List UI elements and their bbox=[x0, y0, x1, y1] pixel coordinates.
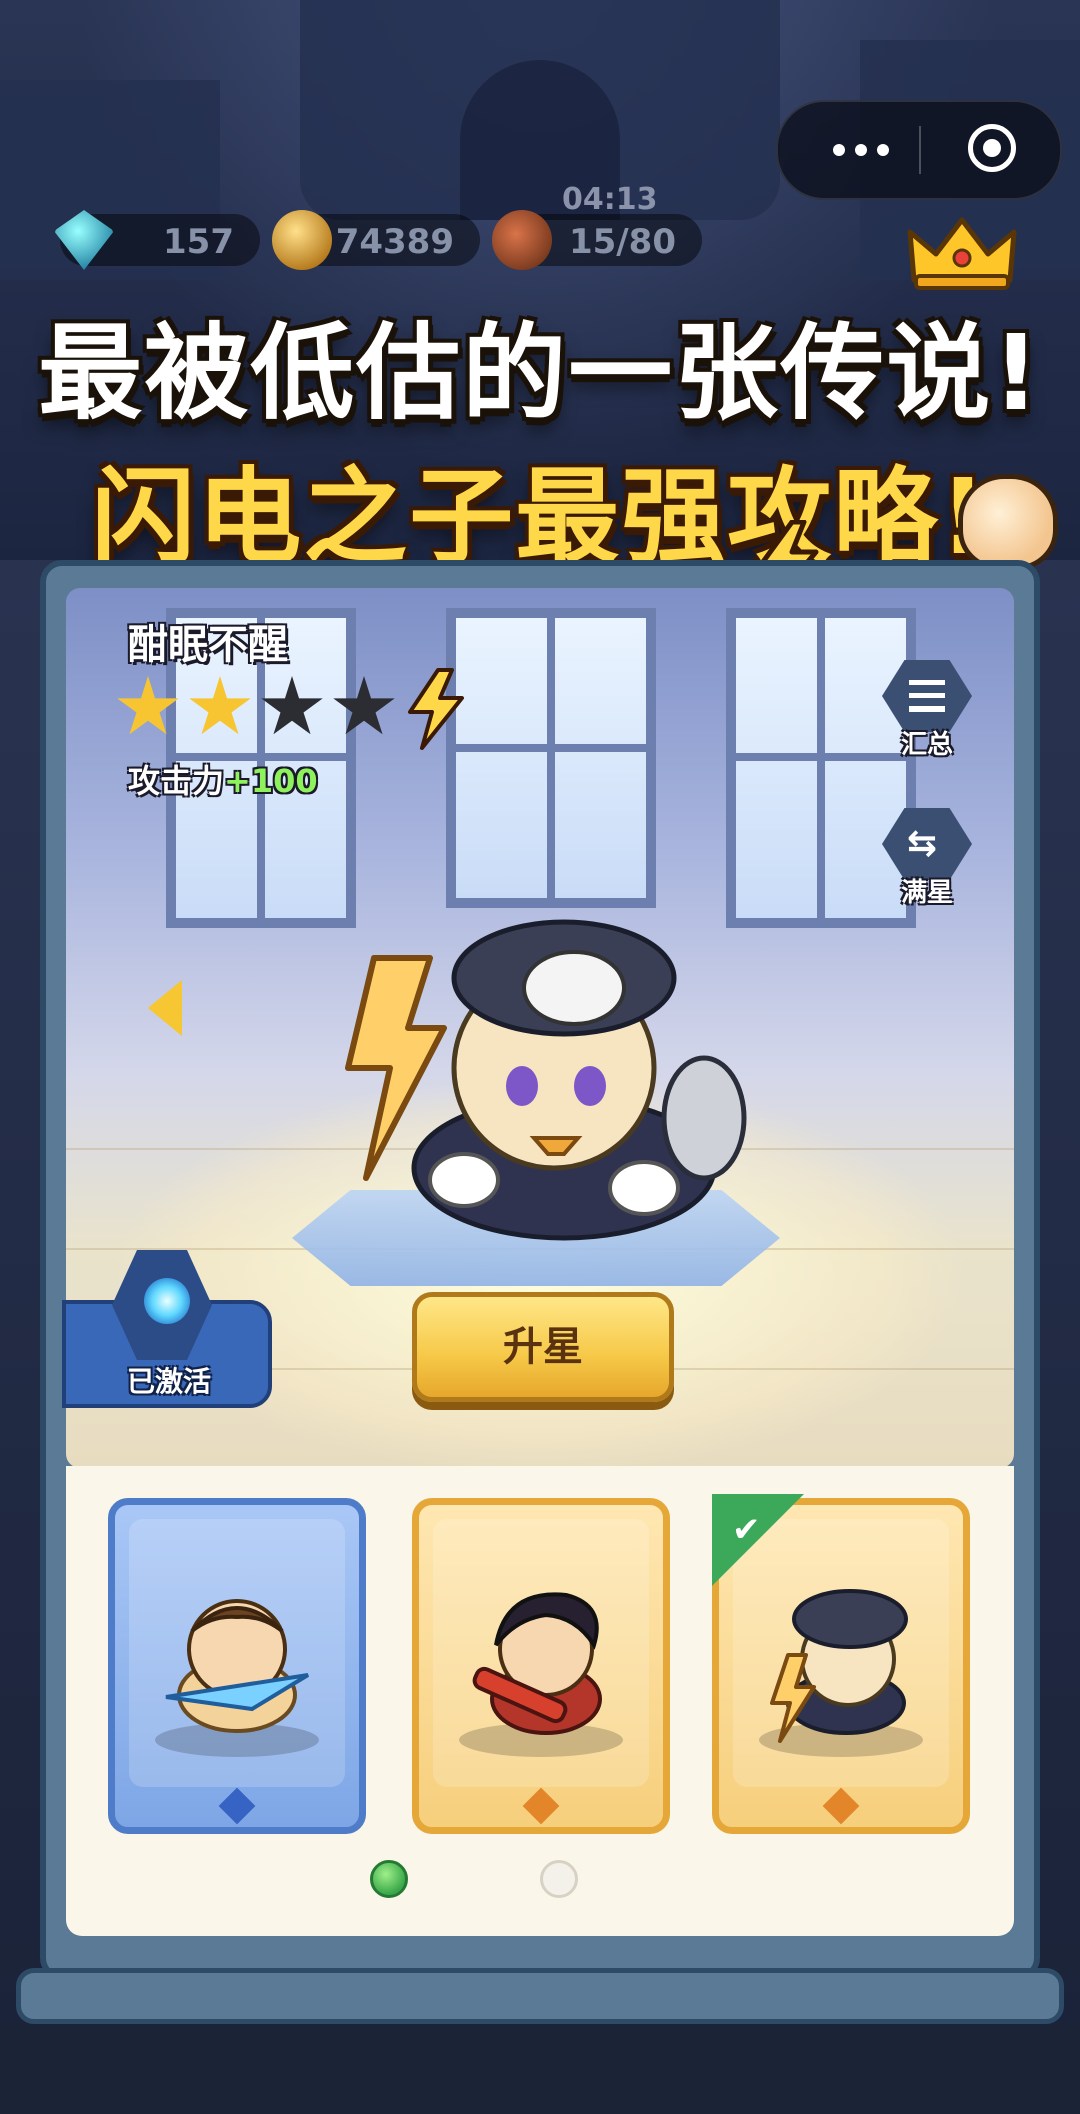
coin-counter: 74389 bbox=[272, 210, 480, 270]
stage-window-center bbox=[446, 608, 656, 908]
swap-arrows-icon: ⇆ bbox=[907, 823, 938, 864]
upgrade-star-button[interactable]: 升星 bbox=[412, 1292, 674, 1402]
rarity-gem-icon bbox=[822, 1787, 860, 1825]
hero-portrait-sleepy bbox=[770, 1589, 908, 1743]
coin-count: 74389 bbox=[335, 222, 454, 262]
summary-hex bbox=[882, 660, 972, 732]
rarity-gem-icon bbox=[218, 1787, 256, 1825]
target-icon[interactable] bbox=[968, 124, 1016, 172]
star-empty-icon bbox=[261, 676, 323, 735]
headline-line-1: 最被低估的一张传说! bbox=[38, 312, 1042, 434]
coin-icon bbox=[272, 210, 332, 270]
star-rating bbox=[116, 668, 466, 750]
attack-bonus: +100 bbox=[224, 762, 318, 800]
frame-base bbox=[16, 1968, 1064, 2024]
stamina-count: 15/80 bbox=[568, 222, 676, 262]
summary-button[interactable]: 汇总 bbox=[882, 660, 972, 760]
star-empty-icon bbox=[333, 676, 395, 735]
crown-icon bbox=[907, 217, 1017, 290]
hero-portrait-guitarist bbox=[472, 1592, 602, 1735]
max-star-button[interactable]: ⇆ 满星 bbox=[882, 808, 972, 908]
bottom-strip bbox=[0, 2024, 1080, 2114]
hero-portrait-laurel bbox=[165, 1599, 310, 1733]
hero-name: 酣眠不醒 bbox=[128, 622, 288, 668]
hero-character-sprite bbox=[345, 919, 747, 1241]
gem-count: 157 bbox=[163, 222, 234, 262]
rarity-gem-icon bbox=[522, 1787, 560, 1825]
page-indicator-active[interactable] bbox=[370, 1860, 408, 1898]
max-star-hex: ⇆ bbox=[882, 808, 972, 880]
capsule-divider bbox=[919, 126, 921, 174]
meat-icon bbox=[492, 210, 552, 270]
summary-label: 汇总 bbox=[900, 730, 953, 760]
page-indicator-inactive[interactable] bbox=[540, 1860, 578, 1898]
attack-stat: 攻击力+100 bbox=[128, 756, 318, 802]
star-filled-icon bbox=[117, 676, 179, 735]
more-dots-icon[interactable] bbox=[818, 132, 904, 168]
attack-label: 攻击力 bbox=[128, 762, 225, 800]
lightning-bolt-icon bbox=[408, 668, 464, 750]
hero-card[interactable] bbox=[412, 1498, 670, 1834]
star-filled-icon bbox=[189, 676, 251, 735]
prev-hero-arrow-icon[interactable] bbox=[148, 980, 182, 1036]
activated-label: 已激活 bbox=[126, 1365, 211, 1398]
hero-card[interactable] bbox=[108, 1498, 366, 1834]
max-star-label: 满星 bbox=[900, 878, 953, 908]
stamina-timer: 04:13 bbox=[562, 182, 658, 217]
stamina-counter: 15/80 bbox=[492, 210, 702, 270]
skill-orb-icon bbox=[144, 1278, 190, 1324]
mini-program-capsule bbox=[776, 100, 1062, 200]
checkmark-icon: ✔ bbox=[732, 1510, 761, 1550]
list-icon bbox=[909, 680, 945, 712]
activated-skill-badge[interactable]: 已激活 bbox=[62, 1250, 272, 1408]
fist-icon bbox=[958, 474, 1058, 570]
gem-counter: 157 bbox=[54, 210, 260, 270]
